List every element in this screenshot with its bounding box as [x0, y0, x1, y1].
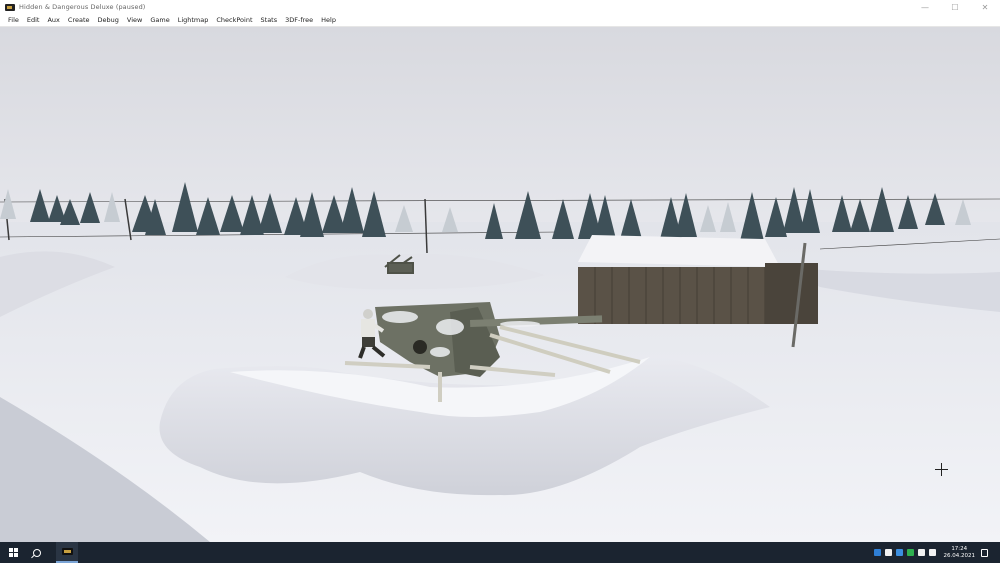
menu-aux[interactable]: Aux [47, 16, 59, 24]
menu-bar: File Edit Aux Create Debug View Game Lig… [0, 14, 1000, 27]
snow-scene [0, 27, 1000, 542]
close-button[interactable]: ✕ [970, 0, 1000, 14]
menu-stats[interactable]: Stats [261, 16, 278, 24]
clock-time: 17:24 [951, 545, 968, 552]
minimize-button[interactable]: — [910, 0, 940, 14]
menu-debug[interactable]: Debug [98, 16, 119, 24]
network-icon[interactable] [873, 549, 881, 556]
app-tray-icon[interactable] [884, 549, 892, 556]
bluetooth-icon[interactable] [895, 549, 903, 556]
menu-3df-free[interactable]: 3DF-free [285, 16, 313, 24]
window-titlebar: Hidden & Dangerous Deluxe (paused) — ☐ ✕ [0, 0, 1000, 14]
start-button[interactable] [2, 542, 24, 563]
menu-lightmap[interactable]: Lightmap [178, 16, 209, 24]
menu-game[interactable]: Game [150, 16, 169, 24]
system-tray: 17:24 26.04.2021 [870, 542, 988, 563]
volume-icon[interactable] [917, 549, 925, 556]
clock-date: 26.04.2021 [943, 552, 976, 559]
menu-file[interactable]: File [8, 16, 19, 24]
menu-help[interactable]: Help [321, 16, 336, 24]
window-controls: — ☐ ✕ [910, 0, 1000, 14]
game-app-icon [5, 3, 15, 11]
menu-view[interactable]: View [127, 16, 142, 24]
notification-icon[interactable] [981, 548, 988, 557]
search-button[interactable] [24, 542, 50, 563]
taskbar: 17:24 26.04.2021 [0, 542, 1000, 563]
clock[interactable]: 17:24 26.04.2021 [944, 546, 976, 560]
taskbar-app-button[interactable] [56, 542, 78, 563]
antivirus-icon[interactable] [906, 549, 914, 556]
search-icon [33, 548, 41, 557]
maximize-button[interactable]: ☐ [940, 0, 970, 14]
game-app-icon [61, 548, 73, 555]
keyboard-icon[interactable] [928, 549, 936, 556]
windows-logo-icon [8, 548, 18, 557]
menu-edit[interactable]: Edit [27, 16, 40, 24]
menu-checkpoint[interactable]: CheckPoint [216, 16, 252, 24]
crosshair-cursor [935, 463, 948, 476]
window-title: Hidden & Dangerous Deluxe (paused) [19, 3, 146, 11]
menu-create[interactable]: Create [68, 16, 90, 24]
game-viewport[interactable] [0, 27, 1000, 542]
